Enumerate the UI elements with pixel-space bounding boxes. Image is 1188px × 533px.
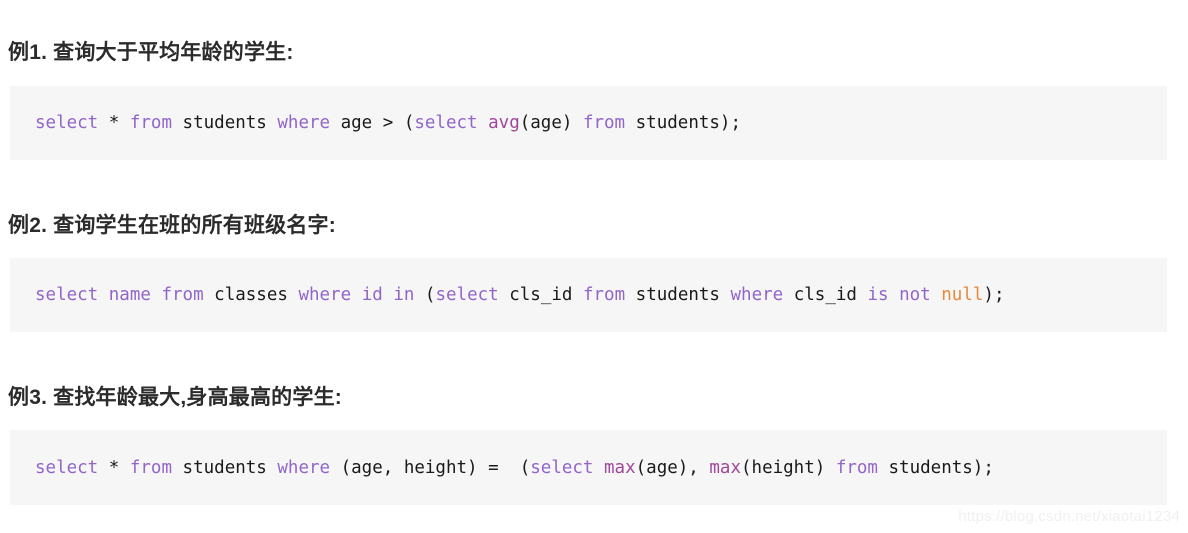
code-token: age > (	[330, 113, 415, 133]
code-token: from	[161, 285, 204, 305]
code-token: students	[172, 113, 278, 133]
code-token: max	[604, 457, 636, 478]
code-token: from	[835, 457, 878, 478]
code-token: where	[277, 457, 331, 478]
code-token: students	[172, 457, 278, 478]
code-token: from	[129, 113, 173, 133]
example-3-heading: 例3. 查找年龄最大,身高最高的学生:	[8, 386, 342, 410]
code-line-3: select * from students where (age, heigh…	[35, 458, 994, 478]
code-token: where	[730, 285, 784, 305]
code-token: in	[393, 285, 415, 305]
code-line-2: select name from classes where id in (se…	[35, 285, 1005, 305]
code-token: from	[129, 457, 173, 478]
code-block-1: select * from students where age > (sele…	[10, 86, 1167, 160]
code-line-1: select * from students where age > (sele…	[35, 113, 741, 133]
code-token: select	[35, 457, 99, 478]
code-token: name	[108, 285, 151, 305]
code-token: select	[35, 285, 99, 305]
code-token: select	[414, 113, 478, 133]
code-token: *	[108, 457, 120, 478]
code-token: students);	[625, 113, 742, 133]
code-block-2: select name from classes where id in (se…	[10, 258, 1167, 332]
code-token: from	[582, 285, 626, 305]
document-page: 例1. 查询大于平均年龄的学生: select * from students …	[0, 0, 1188, 533]
code-token: null	[941, 285, 984, 305]
example-1-heading: 例1. 查询大于平均年龄的学生:	[8, 41, 294, 65]
code-token: select	[435, 285, 499, 305]
code-token: cls_id	[498, 285, 583, 305]
code-token: id	[361, 285, 383, 305]
code-token: select	[35, 113, 99, 133]
code-token: (age)	[519, 113, 583, 133]
code-token: not	[899, 285, 931, 305]
code-token: (age, height) = (	[330, 457, 531, 478]
code-token: is	[867, 285, 889, 305]
code-token: (age),	[635, 457, 710, 478]
code-token: students);	[877, 457, 994, 478]
code-token: classes	[203, 285, 299, 305]
code-token: *	[108, 113, 120, 133]
code-token: (height)	[741, 457, 836, 478]
code-token: max	[709, 457, 741, 478]
code-token: select	[530, 457, 594, 478]
code-token: );	[983, 285, 1005, 305]
code-token: cls_id	[783, 285, 868, 305]
code-token: avg	[488, 113, 520, 133]
code-block-3: select * from students where (age, heigh…	[10, 430, 1167, 505]
code-token: (	[414, 285, 436, 305]
code-token: students	[625, 285, 731, 305]
code-token: from	[582, 113, 626, 133]
code-token: where	[298, 285, 352, 305]
code-token: where	[277, 113, 331, 133]
csdn-watermark: https://blog.csdn.net/xiaotai1234	[958, 508, 1180, 525]
example-2-heading: 例2. 查询学生在班的所有班级名字:	[8, 214, 336, 238]
